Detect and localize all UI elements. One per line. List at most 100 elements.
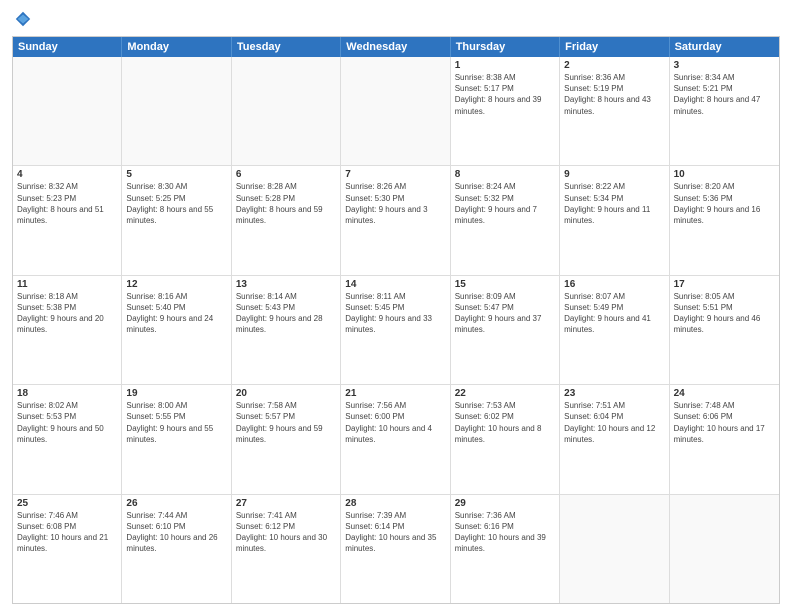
day-number: 13 (236, 279, 336, 290)
calendar-day-cell: 26Sunrise: 7:44 AM Sunset: 6:10 PM Dayli… (122, 495, 231, 603)
calendar-week-row: 1Sunrise: 8:38 AM Sunset: 5:17 PM Daylig… (13, 57, 779, 166)
calendar-day-cell: 16Sunrise: 8:07 AM Sunset: 5:49 PM Dayli… (560, 276, 669, 384)
day-info: Sunrise: 8:11 AM Sunset: 5:45 PM Dayligh… (345, 291, 445, 336)
day-info: Sunrise: 8:36 AM Sunset: 5:19 PM Dayligh… (564, 72, 664, 117)
day-number: 17 (674, 279, 775, 290)
day-info: Sunrise: 8:05 AM Sunset: 5:51 PM Dayligh… (674, 291, 775, 336)
cal-header-day: Saturday (670, 37, 779, 57)
day-info: Sunrise: 8:24 AM Sunset: 5:32 PM Dayligh… (455, 181, 555, 226)
day-info: Sunrise: 8:14 AM Sunset: 5:43 PM Dayligh… (236, 291, 336, 336)
day-number: 2 (564, 60, 664, 71)
day-info: Sunrise: 8:18 AM Sunset: 5:38 PM Dayligh… (17, 291, 117, 336)
cal-header-day: Monday (122, 37, 231, 57)
day-info: Sunrise: 8:20 AM Sunset: 5:36 PM Dayligh… (674, 181, 775, 226)
cal-header-day: Tuesday (232, 37, 341, 57)
calendar-day-cell: 18Sunrise: 8:02 AM Sunset: 5:53 PM Dayli… (13, 385, 122, 493)
day-number: 23 (564, 388, 664, 399)
day-number: 16 (564, 279, 664, 290)
day-info: Sunrise: 7:53 AM Sunset: 6:02 PM Dayligh… (455, 400, 555, 445)
calendar-day-cell (122, 57, 231, 165)
calendar-day-cell: 29Sunrise: 7:36 AM Sunset: 6:16 PM Dayli… (451, 495, 560, 603)
day-info: Sunrise: 7:48 AM Sunset: 6:06 PM Dayligh… (674, 400, 775, 445)
day-number: 26 (126, 498, 226, 509)
day-number: 5 (126, 169, 226, 180)
day-info: Sunrise: 8:02 AM Sunset: 5:53 PM Dayligh… (17, 400, 117, 445)
calendar-day-cell: 28Sunrise: 7:39 AM Sunset: 6:14 PM Dayli… (341, 495, 450, 603)
day-info: Sunrise: 7:58 AM Sunset: 5:57 PM Dayligh… (236, 400, 336, 445)
cal-header-day: Thursday (451, 37, 560, 57)
calendar-header: SundayMondayTuesdayWednesdayThursdayFrid… (13, 37, 779, 57)
day-info: Sunrise: 8:32 AM Sunset: 5:23 PM Dayligh… (17, 181, 117, 226)
day-number: 18 (17, 388, 117, 399)
day-number: 6 (236, 169, 336, 180)
calendar-day-cell: 1Sunrise: 8:38 AM Sunset: 5:17 PM Daylig… (451, 57, 560, 165)
calendar-day-cell: 6Sunrise: 8:28 AM Sunset: 5:28 PM Daylig… (232, 166, 341, 274)
calendar-day-cell: 21Sunrise: 7:56 AM Sunset: 6:00 PM Dayli… (341, 385, 450, 493)
day-info: Sunrise: 7:39 AM Sunset: 6:14 PM Dayligh… (345, 510, 445, 555)
day-info: Sunrise: 7:56 AM Sunset: 6:00 PM Dayligh… (345, 400, 445, 445)
day-info: Sunrise: 8:28 AM Sunset: 5:28 PM Dayligh… (236, 181, 336, 226)
logo (12, 10, 34, 28)
day-number: 1 (455, 60, 555, 71)
calendar: SundayMondayTuesdayWednesdayThursdayFrid… (12, 36, 780, 604)
calendar-day-cell: 22Sunrise: 7:53 AM Sunset: 6:02 PM Dayli… (451, 385, 560, 493)
day-info: Sunrise: 8:38 AM Sunset: 5:17 PM Dayligh… (455, 72, 555, 117)
calendar-day-cell: 24Sunrise: 7:48 AM Sunset: 6:06 PM Dayli… (670, 385, 779, 493)
day-number: 14 (345, 279, 445, 290)
logo-icon (14, 10, 32, 28)
day-number: 25 (17, 498, 117, 509)
day-info: Sunrise: 7:36 AM Sunset: 6:16 PM Dayligh… (455, 510, 555, 555)
day-number: 3 (674, 60, 775, 71)
day-info: Sunrise: 8:22 AM Sunset: 5:34 PM Dayligh… (564, 181, 664, 226)
day-info: Sunrise: 7:46 AM Sunset: 6:08 PM Dayligh… (17, 510, 117, 555)
calendar-day-cell: 9Sunrise: 8:22 AM Sunset: 5:34 PM Daylig… (560, 166, 669, 274)
day-info: Sunrise: 7:44 AM Sunset: 6:10 PM Dayligh… (126, 510, 226, 555)
header (12, 10, 780, 28)
day-number: 29 (455, 498, 555, 509)
day-info: Sunrise: 8:09 AM Sunset: 5:47 PM Dayligh… (455, 291, 555, 336)
day-number: 10 (674, 169, 775, 180)
day-number: 7 (345, 169, 445, 180)
cal-header-day: Sunday (13, 37, 122, 57)
calendar-body: 1Sunrise: 8:38 AM Sunset: 5:17 PM Daylig… (13, 57, 779, 603)
day-info: Sunrise: 8:16 AM Sunset: 5:40 PM Dayligh… (126, 291, 226, 336)
day-number: 22 (455, 388, 555, 399)
day-info: Sunrise: 8:07 AM Sunset: 5:49 PM Dayligh… (564, 291, 664, 336)
day-number: 24 (674, 388, 775, 399)
day-info: Sunrise: 8:26 AM Sunset: 5:30 PM Dayligh… (345, 181, 445, 226)
day-number: 15 (455, 279, 555, 290)
calendar-day-cell: 27Sunrise: 7:41 AM Sunset: 6:12 PM Dayli… (232, 495, 341, 603)
calendar-day-cell: 15Sunrise: 8:09 AM Sunset: 5:47 PM Dayli… (451, 276, 560, 384)
day-number: 12 (126, 279, 226, 290)
day-number: 19 (126, 388, 226, 399)
calendar-day-cell: 25Sunrise: 7:46 AM Sunset: 6:08 PM Dayli… (13, 495, 122, 603)
calendar-day-cell: 12Sunrise: 8:16 AM Sunset: 5:40 PM Dayli… (122, 276, 231, 384)
day-number: 11 (17, 279, 117, 290)
calendar-day-cell (232, 57, 341, 165)
calendar-day-cell: 5Sunrise: 8:30 AM Sunset: 5:25 PM Daylig… (122, 166, 231, 274)
calendar-day-cell: 10Sunrise: 8:20 AM Sunset: 5:36 PM Dayli… (670, 166, 779, 274)
calendar-week-row: 4Sunrise: 8:32 AM Sunset: 5:23 PM Daylig… (13, 166, 779, 275)
day-info: Sunrise: 8:34 AM Sunset: 5:21 PM Dayligh… (674, 72, 775, 117)
calendar-day-cell: 23Sunrise: 7:51 AM Sunset: 6:04 PM Dayli… (560, 385, 669, 493)
calendar-week-row: 25Sunrise: 7:46 AM Sunset: 6:08 PM Dayli… (13, 495, 779, 603)
calendar-day-cell (560, 495, 669, 603)
day-number: 9 (564, 169, 664, 180)
day-number: 20 (236, 388, 336, 399)
calendar-day-cell: 8Sunrise: 8:24 AM Sunset: 5:32 PM Daylig… (451, 166, 560, 274)
page: SundayMondayTuesdayWednesdayThursdayFrid… (0, 0, 792, 612)
calendar-day-cell: 3Sunrise: 8:34 AM Sunset: 5:21 PM Daylig… (670, 57, 779, 165)
calendar-day-cell: 17Sunrise: 8:05 AM Sunset: 5:51 PM Dayli… (670, 276, 779, 384)
day-info: Sunrise: 7:41 AM Sunset: 6:12 PM Dayligh… (236, 510, 336, 555)
day-number: 4 (17, 169, 117, 180)
calendar-week-row: 18Sunrise: 8:02 AM Sunset: 5:53 PM Dayli… (13, 385, 779, 494)
day-info: Sunrise: 8:00 AM Sunset: 5:55 PM Dayligh… (126, 400, 226, 445)
calendar-week-row: 11Sunrise: 8:18 AM Sunset: 5:38 PM Dayli… (13, 276, 779, 385)
calendar-day-cell: 7Sunrise: 8:26 AM Sunset: 5:30 PM Daylig… (341, 166, 450, 274)
day-number: 27 (236, 498, 336, 509)
cal-header-day: Friday (560, 37, 669, 57)
calendar-day-cell: 14Sunrise: 8:11 AM Sunset: 5:45 PM Dayli… (341, 276, 450, 384)
day-number: 8 (455, 169, 555, 180)
calendar-day-cell (670, 495, 779, 603)
day-number: 28 (345, 498, 445, 509)
